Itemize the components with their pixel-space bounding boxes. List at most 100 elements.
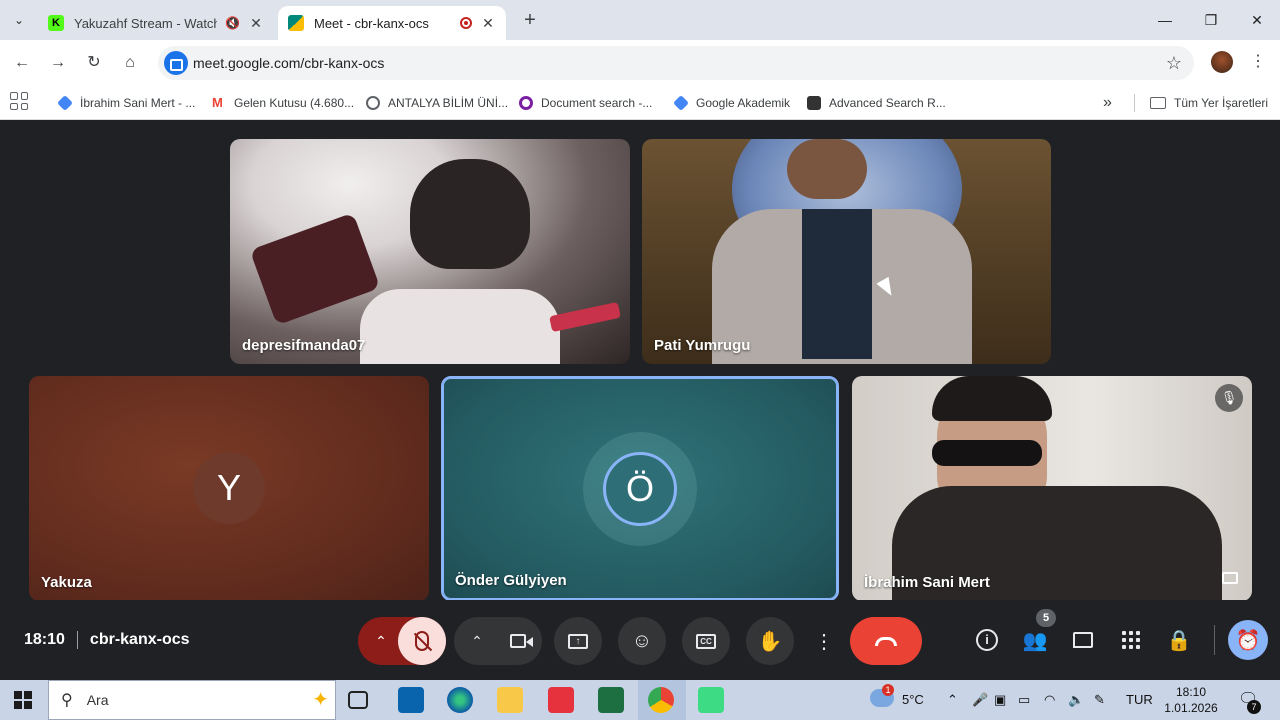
weather-badge: 1: [882, 684, 894, 696]
home-icon[interactable]: ⌂: [118, 51, 142, 75]
ieee-icon: [807, 96, 821, 110]
participant-tile[interactable]: 🎙 İbrahim Sani Mert: [852, 376, 1252, 601]
windows-start-icon[interactable]: [14, 691, 32, 709]
file-explorer-icon[interactable]: [497, 687, 523, 713]
scholar-icon: [57, 95, 73, 111]
task-view-icon[interactable]: [348, 691, 368, 709]
bookmark-item[interactable]: Document search -...: [519, 93, 652, 113]
muted-speaker-icon[interactable]: 🔇: [225, 16, 240, 30]
chrome-icon[interactable]: [648, 687, 674, 713]
pen-icon[interactable]: ✎: [1094, 692, 1105, 708]
bookmark-star-icon[interactable]: ☆: [1166, 53, 1182, 74]
apps-icon[interactable]: [10, 92, 28, 110]
mic-off-button[interactable]: [398, 617, 446, 665]
browser-menu-icon[interactable]: ⋮: [1250, 51, 1266, 75]
chat-button[interactable]: [1063, 620, 1103, 660]
edge-icon[interactable]: [447, 687, 473, 713]
tab-strip: ⌄ K Yakuzahf Stream - Watch Li 🔇 ✕ Meet …: [0, 0, 1280, 40]
clock-time: 18:10: [1175, 685, 1207, 699]
all-bookmarks-button[interactable]: Tüm Yer İşaretleri: [1150, 93, 1268, 113]
anydesk-icon[interactable]: [548, 687, 574, 713]
participant-tile[interactable]: Pati Yumrugu: [642, 139, 1051, 364]
close-tab-icon[interactable]: ✕: [480, 15, 496, 32]
end-call-icon: [875, 636, 897, 646]
more-options-button[interactable]: ⋮: [810, 617, 838, 665]
url-text[interactable]: meet.google.com/cbr-kanx-ocs: [193, 55, 384, 71]
search-icon: ⚲: [61, 692, 73, 709]
bookmark-label: ANTALYA BİLİM ÜNİ...: [388, 96, 509, 110]
video-feed: [249, 212, 381, 326]
show-hidden-icons-icon[interactable]: ⌃: [947, 692, 958, 708]
bookmark-item[interactable]: İbrahim Sani Mert - ...: [57, 93, 195, 113]
close-window-icon[interactable]: ✕: [1234, 8, 1280, 32]
chat-icon: [1073, 632, 1093, 648]
captions-button[interactable]: CC: [682, 617, 730, 665]
participant-tile[interactable]: Y Yakuza: [29, 376, 429, 601]
folder-icon: [1150, 97, 1166, 109]
minimize-icon[interactable]: —: [1142, 8, 1188, 32]
display-tray-icon[interactable]: ▣: [994, 692, 1006, 708]
pin-tile-icon[interactable]: [1222, 572, 1238, 584]
site-info-icon[interactable]: [164, 51, 188, 75]
outlook-icon[interactable]: [398, 687, 424, 713]
audio-options-chevron-icon[interactable]: ⌃: [364, 617, 398, 665]
bookmark-item[interactable]: Advanced Search R...: [807, 93, 946, 113]
present-screen-button[interactable]: ↑: [554, 617, 602, 665]
participant-tile[interactable]: depresifmanda07: [230, 139, 630, 364]
meet-controls-bar: 18:10 cbr-kanx-ocs ⌃ ⌃ ↑ ☺ CC ✋ ⋮ i 👥 🔒 …: [0, 600, 1280, 680]
clock-date: 1.01.2026: [1164, 701, 1218, 715]
bookmark-item[interactable]: ANTALYA BİLİM ÜNİ...: [366, 93, 508, 113]
bookmarks-overflow-button[interactable]: »: [1103, 93, 1112, 113]
reload-icon[interactable]: ↻: [82, 51, 106, 75]
address-bar[interactable]: meet.google.com/cbr-kanx-ocs ☆: [158, 46, 1194, 80]
divider: [1214, 625, 1215, 655]
new-tab-button[interactable]: +: [518, 9, 542, 33]
tab-yakuzahf[interactable]: K Yakuzahf Stream - Watch Li 🔇 ✕: [38, 6, 274, 40]
tab-search-button[interactable]: ⌄: [6, 8, 32, 32]
recording-icon: [460, 17, 472, 29]
restore-icon[interactable]: ❐: [1188, 8, 1234, 32]
bookmark-label: Google Akademik: [696, 96, 791, 110]
alarm-icon: ⏰: [1235, 629, 1261, 652]
video-feed: [932, 376, 1052, 421]
meeting-details-button[interactable]: i: [967, 620, 1007, 660]
participant-tile-speaking[interactable]: Ö Önder Gülyiyen: [441, 376, 839, 601]
hand-icon: ✋: [757, 630, 783, 653]
input-language[interactable]: TUR: [1126, 692, 1153, 707]
tab-title: Meet - cbr-kanx-ocs: [314, 15, 429, 31]
leave-call-button[interactable]: [850, 617, 922, 665]
participant-name: Yakuza: [41, 574, 92, 591]
reactions-button[interactable]: ☺: [618, 617, 666, 665]
camera-button[interactable]: [494, 617, 542, 665]
close-tab-icon[interactable]: ✕: [248, 15, 264, 32]
host-controls-button[interactable]: 🔒: [1159, 620, 1199, 660]
clock[interactable]: 18:10 1.01.2026: [1160, 684, 1222, 716]
speaker-muted-icon[interactable]: 🔈: [1068, 692, 1084, 708]
tab-meet[interactable]: Meet - cbr-kanx-ocs ✕: [278, 6, 506, 40]
people-icon: 👥: [1022, 629, 1048, 652]
microphone-tray-icon[interactable]: 🎤: [972, 692, 988, 708]
activities-button[interactable]: [1111, 620, 1151, 660]
meet-favicon-icon: [288, 15, 304, 31]
university-icon: [366, 96, 380, 110]
bookmark-item[interactable]: Google Akademik: [673, 93, 791, 113]
back-icon[interactable]: ←: [10, 51, 34, 75]
meeting-clock: 18:10: [24, 631, 65, 648]
profile-avatar[interactable]: [1211, 51, 1233, 73]
video-feed: [410, 159, 530, 269]
bookmark-item[interactable]: M Gelen Kutusu (4.680...: [212, 93, 354, 113]
android-studio-icon[interactable]: [698, 687, 724, 713]
forward-icon[interactable]: →: [46, 51, 70, 75]
battery-icon[interactable]: ▭: [1018, 692, 1030, 708]
wifi-icon[interactable]: ◠: [1044, 692, 1055, 708]
video-options-chevron-icon[interactable]: ⌃: [460, 617, 494, 665]
raise-hand-button[interactable]: ✋: [746, 617, 794, 665]
taskbar-search-box[interactable]: ⚲ Ara ✦: [48, 680, 336, 720]
chevron-down-icon: ⌄: [13, 13, 25, 27]
weather-temp[interactable]: 5°C: [902, 692, 924, 707]
timer-button[interactable]: ⏰: [1228, 620, 1268, 660]
people-count-badge: 5: [1036, 609, 1056, 627]
excel-icon[interactable]: [598, 687, 624, 713]
copilot-sparkle-icon: ✦: [312, 689, 329, 711]
participant-avatar: Y: [193, 452, 265, 524]
